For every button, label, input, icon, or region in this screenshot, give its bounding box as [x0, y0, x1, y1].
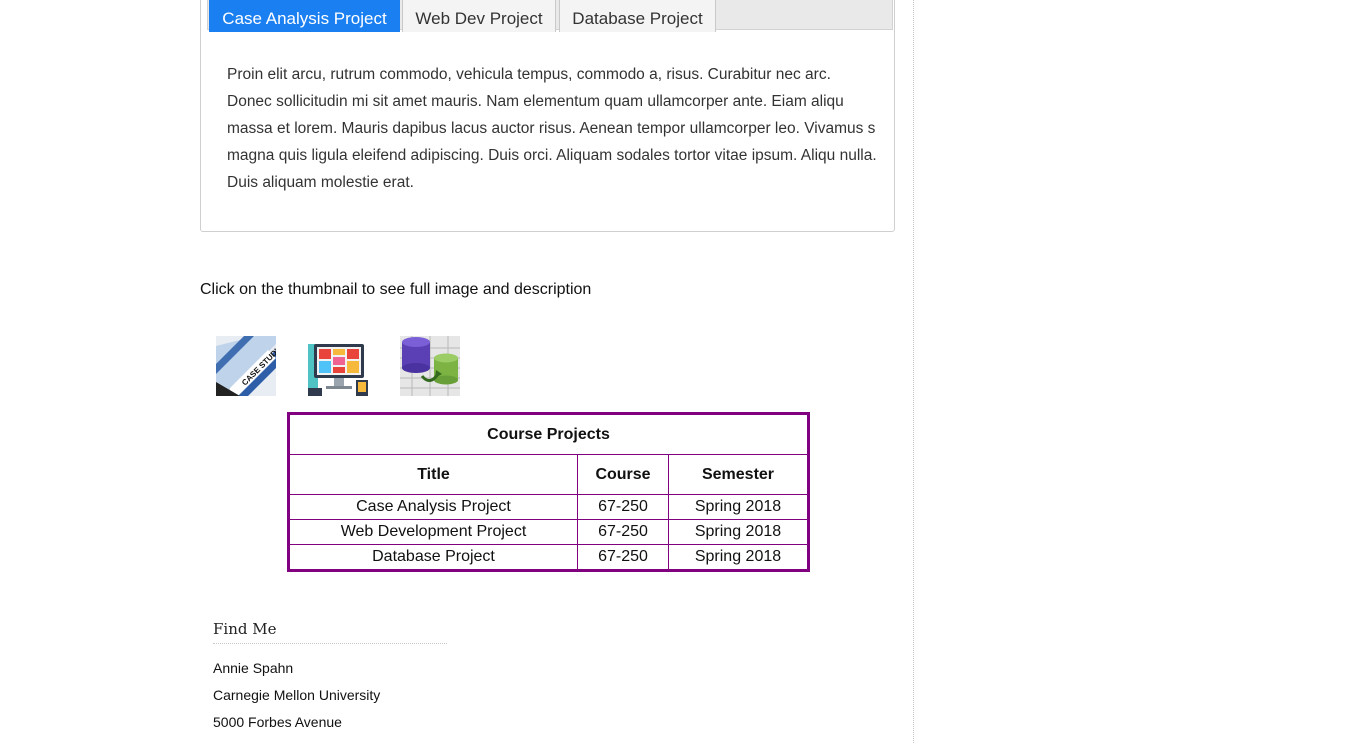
cell-course: 67-250: [577, 519, 669, 545]
header-title: Title: [288, 454, 578, 495]
course-projects-table: Course Projects Title Course Semester Ca…: [287, 412, 810, 572]
tab-web-dev[interactable]: Web Dev Project: [402, 0, 556, 32]
table-row: Web Development Project 67-250 Spring 20…: [288, 519, 809, 545]
table-caption: Course Projects: [288, 413, 809, 455]
tab-case-analysis[interactable]: Case Analysis Project: [209, 0, 400, 32]
web-dev-thumbnail[interactable]: [308, 336, 368, 396]
header-course: Course: [577, 454, 669, 495]
column-divider: [913, 0, 914, 743]
contact-name: Annie Spahn: [213, 660, 294, 676]
contact-university: Carnegie Mellon University: [213, 687, 381, 703]
case-study-thumbnail[interactable]: CASE STUDY: [216, 336, 276, 396]
cell-title: Database Project: [288, 544, 578, 571]
find-me-heading: Find Me: [213, 620, 447, 644]
tab-database[interactable]: Database Project: [559, 0, 716, 32]
page: Case Analysis Project Web Dev Project Da…: [0, 0, 1372, 743]
contact-address: 5000 Forbes Avenue: [213, 714, 342, 730]
thumbnail-instruction: Click on the thumbnail to see full image…: [200, 281, 592, 298]
cell-semester: Spring 2018: [668, 494, 809, 520]
tab-bar: Case Analysis Project Web Dev Project Da…: [207, 0, 893, 32]
cell-semester: Spring 2018: [668, 544, 809, 571]
table-row: Database Project 67-250 Spring 2018: [288, 544, 809, 571]
tabs-panel: Case Analysis Project Web Dev Project Da…: [200, 0, 895, 232]
header-semester: Semester: [668, 454, 809, 495]
cell-title: Web Development Project: [288, 519, 578, 545]
cell-semester: Spring 2018: [668, 519, 809, 545]
cell-course: 67-250: [577, 544, 669, 571]
database-thumbnail[interactable]: [400, 336, 460, 396]
tab-content-text: Proin elit arcu, rutrum commodo, vehicul…: [227, 66, 877, 191]
cell-course: 67-250: [577, 494, 669, 520]
table-row: Case Analysis Project 67-250 Spring 2018: [288, 494, 809, 520]
cell-title: Case Analysis Project: [288, 494, 578, 520]
